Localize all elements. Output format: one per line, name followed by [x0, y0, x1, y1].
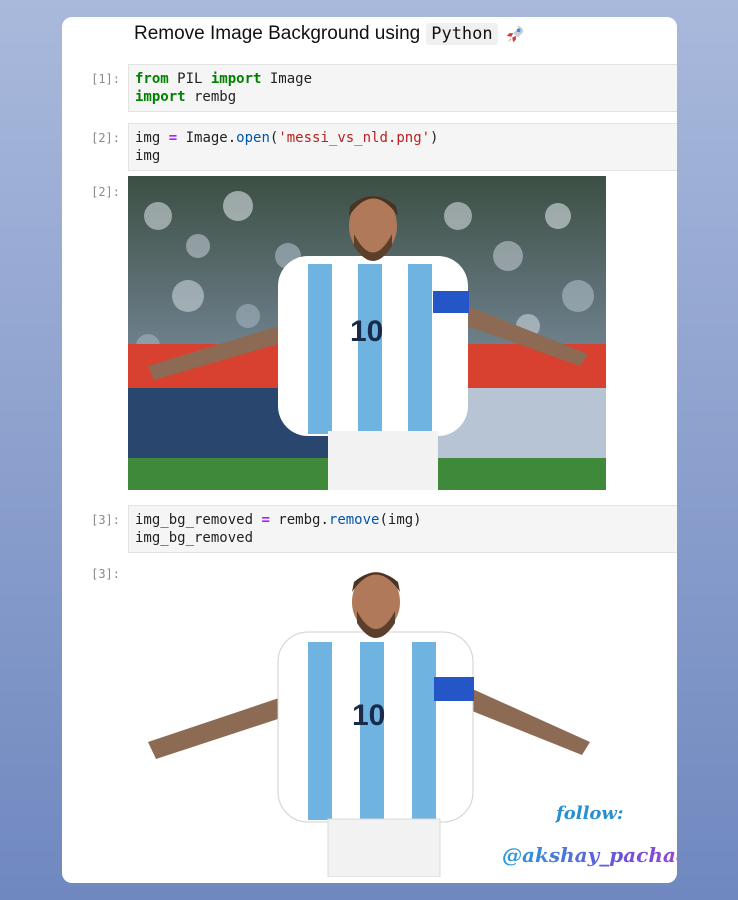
code-token: 'messi_vs_nld.png': [278, 130, 431, 146]
cutout-player: 10: [148, 572, 590, 878]
rocket-icon: [506, 25, 523, 43]
code-token: img_bg_removed: [135, 512, 262, 528]
code-token: rembg: [185, 89, 237, 105]
code-cell-3[interactable]: img_bg_removed = rembg.remove(img) img_b…: [128, 505, 677, 553]
cell-2-prompt: [2]:: [91, 131, 120, 145]
code-token: open: [236, 130, 270, 146]
code-token: Image.: [177, 130, 237, 146]
code-token: PIL: [168, 71, 211, 87]
jersey-number: 10: [350, 315, 383, 348]
author-handle: @akshay_pachaar: [502, 843, 677, 867]
code-token: remove: [328, 512, 380, 528]
original-photo: 10: [128, 176, 606, 490]
code-token: from: [135, 71, 169, 87]
background-removed-photo: 10: [128, 557, 608, 878]
code-token: =: [261, 512, 270, 528]
stadium-photo: 10: [128, 176, 606, 490]
code-token: import: [135, 89, 186, 105]
cell-1-prompt: [1]:: [91, 72, 120, 86]
cutout-jersey-number: 10: [352, 699, 385, 732]
code-token: img: [135, 130, 169, 146]
code-token: Image: [269, 71, 313, 87]
cell-3-prompt: [3]:: [91, 513, 120, 527]
follow-label: follow:: [556, 803, 624, 824]
output-3-prompt: [3]:: [91, 567, 120, 581]
output-2-prompt: [2]:: [91, 185, 120, 199]
code-cell-2[interactable]: img = Image.open('messi_vs_nld.png') img: [128, 123, 677, 171]
code-token: =: [168, 130, 178, 146]
code-token: rembg.: [269, 512, 329, 528]
title-code: Python: [426, 23, 498, 45]
title-text: Remove Image Background using: [134, 23, 421, 44]
notebook-title: Remove Image Background using Python: [134, 23, 526, 45]
code-cell-1[interactable]: from PIL import Image import rembg: [128, 64, 677, 112]
code-token: import: [210, 71, 262, 87]
notebook-card: Remove Image Background using Python [1]…: [62, 17, 677, 883]
